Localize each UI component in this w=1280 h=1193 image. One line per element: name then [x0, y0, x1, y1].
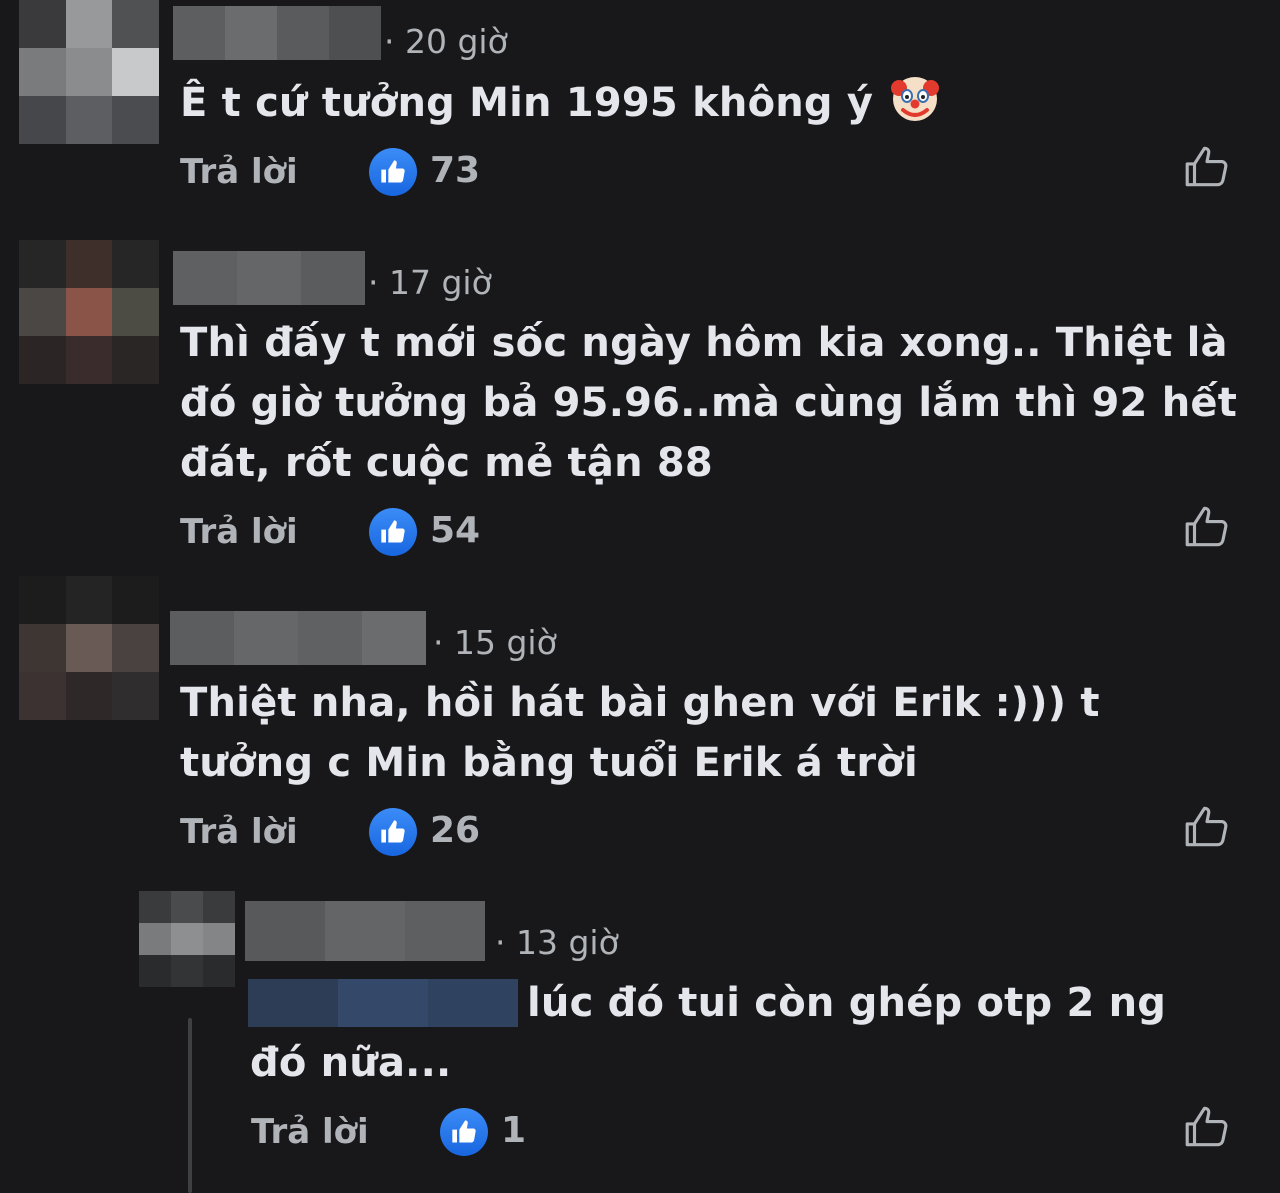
thumbs-up-outline-icon[interactable] [1182, 802, 1232, 852]
comment-time: · 17 giờ [368, 263, 492, 302]
author-name-blurred[interactable] [173, 6, 381, 60]
like-count: 54 [430, 510, 481, 551]
comment-actions: Trả lời 73 [0, 146, 1280, 208]
comment-actions: Trả lời 26 [0, 806, 1280, 868]
avatar[interactable] [19, 576, 159, 720]
comment-actions: Trả lời 54 [0, 506, 1280, 568]
comment-text: Ê t cứ tưởng Min 1995 không ý [180, 72, 1240, 133]
thumbs-up-outline-icon[interactable] [1182, 1102, 1232, 1152]
author-name-blurred[interactable] [245, 901, 485, 961]
reply-button[interactable]: Trả lời [180, 152, 298, 192]
comment-actions: Trả lời 1 [0, 1106, 1280, 1168]
thumbs-up-outline-icon[interactable] [1182, 502, 1232, 552]
comment-time: · 20 giờ [384, 22, 508, 61]
avatar[interactable] [139, 891, 235, 987]
author-name-blurred[interactable] [173, 251, 365, 305]
author-name-blurred[interactable] [170, 611, 426, 665]
like-count: 1 [501, 1110, 527, 1151]
comment-time: · 15 giờ [433, 623, 557, 662]
clown-face-icon [889, 72, 941, 124]
comment-text: lúc đó tui còn ghép otp 2 ng đó nữa... [250, 980, 1167, 1086]
avatar[interactable] [19, 240, 159, 384]
like-count: 26 [430, 810, 481, 851]
reply-button[interactable]: Trả lời [180, 812, 298, 852]
like-reaction-icon[interactable] [369, 808, 417, 856]
like-reaction-icon[interactable] [440, 1108, 488, 1156]
comment-text: Thiệt nha, hồi hát bài ghen với Erik :))… [180, 680, 1100, 786]
reply-button[interactable]: Trả lời [251, 1112, 369, 1152]
avatar[interactable] [19, 0, 159, 144]
comment-text: Thì đấy t mới sốc ngày hôm kia xong.. Th… [180, 320, 1238, 486]
reply-button[interactable]: Trả lời [180, 512, 298, 552]
thumbs-up-outline-icon[interactable] [1182, 142, 1232, 192]
like-reaction-icon[interactable] [369, 148, 417, 196]
like-count: 73 [430, 150, 481, 191]
comment-time: · 13 giờ [495, 923, 619, 962]
like-reaction-icon[interactable] [369, 508, 417, 556]
